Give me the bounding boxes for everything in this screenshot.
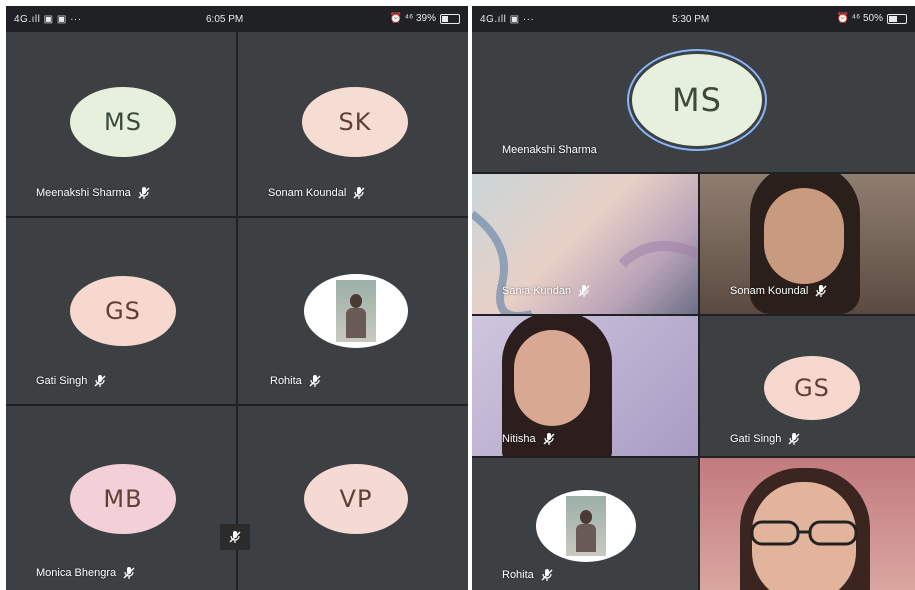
status-bar: 4G.ıll ▣ ▣ ··· 6:05 PM ⏰ ⁴⁶ 39% xyxy=(6,6,468,32)
avatar: VP xyxy=(304,464,408,534)
participant-tile[interactable]: Rohita xyxy=(472,458,698,590)
avatar: MS xyxy=(632,54,762,146)
participant-name: Gati Singh xyxy=(36,375,88,387)
mic-off-icon xyxy=(138,187,150,199)
participant-tile[interactable]: VP xyxy=(238,406,468,590)
mic-off-icon xyxy=(578,285,590,297)
video-tile[interactable]: Nitisha xyxy=(472,316,698,456)
mic-off-icon xyxy=(353,187,365,199)
participant-name: Gati Singh xyxy=(730,433,782,445)
clock: 5:30 PM xyxy=(672,14,710,25)
participant-tile[interactable]: Rohita xyxy=(238,218,468,404)
avatar: GS xyxy=(70,276,176,346)
participant-name: Sania Kundan xyxy=(502,285,572,297)
status-icons: ⏰ ⁴⁶ 50% xyxy=(836,13,883,24)
video-tile[interactable]: Sonam Koundal xyxy=(700,174,915,314)
mic-off-icon xyxy=(229,531,241,543)
clock: 6:05 PM xyxy=(206,14,244,25)
participant-tile[interactable]: MS Meenakshi Sharma xyxy=(6,32,236,216)
photo-thumbnail xyxy=(336,280,376,342)
mute-indicator[interactable] xyxy=(220,524,250,550)
featured-speaker-tile[interactable]: MS Meenakshi Sharma xyxy=(472,32,915,172)
signal-indicator: 4G.ıll ▣ ▣ ··· xyxy=(14,14,82,25)
status-icons: ⏰ ⁴⁶ 39% xyxy=(389,13,436,24)
participant-name: Nitisha xyxy=(502,433,536,445)
avatar: GS xyxy=(764,356,860,420)
participant-name: Meenakshi Sharma xyxy=(502,144,597,156)
mic-off-icon xyxy=(815,285,827,297)
left-call-screen: 4G.ıll ▣ ▣ ··· 6:05 PM ⏰ ⁴⁶ 39% MS Meena… xyxy=(6,6,468,590)
right-call-screen: 4G.ıll ▣ ··· 5:30 PM ⏰ ⁴⁶ 50% MS Meenaks… xyxy=(472,6,915,590)
participant-name: Rohita xyxy=(270,375,302,387)
signal-indicator: 4G.ıll ▣ ··· xyxy=(480,14,535,25)
participant-name: Sonam Koundal xyxy=(730,285,809,297)
mic-off-icon xyxy=(94,375,106,387)
mic-off-icon xyxy=(541,569,553,581)
avatar: MB xyxy=(70,464,176,534)
photo-thumbnail xyxy=(566,496,606,556)
mic-off-icon xyxy=(543,433,555,445)
participant-tile[interactable]: SK Sonam Koundal xyxy=(238,32,468,216)
profile-photo xyxy=(536,490,636,562)
video-tile[interactable] xyxy=(700,458,915,590)
video-tile[interactable]: Sania Kundan xyxy=(472,174,698,314)
participant-name: Meenakshi Sharma xyxy=(36,187,131,199)
participant-tile[interactable]: MB Monica Bhengra xyxy=(6,406,236,590)
avatar: SK xyxy=(302,87,408,157)
participant-name: Sonam Koundal xyxy=(268,187,347,199)
mic-off-icon xyxy=(788,433,800,445)
profile-photo xyxy=(304,274,408,348)
participant-name: Rohita xyxy=(502,569,534,581)
participant-name: Monica Bhengra xyxy=(36,567,117,579)
participant-tile[interactable]: GS Gati Singh xyxy=(6,218,236,404)
mic-off-icon xyxy=(123,567,135,579)
status-bar: 4G.ıll ▣ ··· 5:30 PM ⏰ ⁴⁶ 50% xyxy=(472,6,915,32)
mic-off-icon xyxy=(309,375,321,387)
participant-tile[interactable]: GS Gati Singh xyxy=(700,316,915,456)
battery-icon xyxy=(440,13,460,24)
glasses-shape xyxy=(750,520,858,546)
avatar: MS xyxy=(70,87,176,157)
battery-icon xyxy=(887,13,907,24)
